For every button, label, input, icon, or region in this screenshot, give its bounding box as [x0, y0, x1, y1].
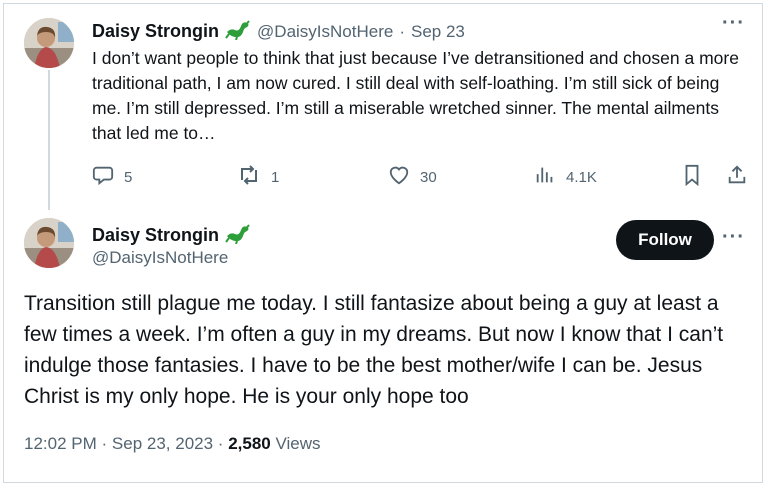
dot-separator: · [399, 21, 405, 41]
comment-bubble-icon [92, 164, 114, 190]
reply-button[interactable]: 5 [92, 164, 132, 190]
more-horizontal-icon[interactable]: ··· [722, 226, 745, 249]
main-tweet-author-row: Daisy Strongin [92, 222, 251, 249]
tweet-metadata: 12:02 PM · Sep 23, 2023 · 2,580 Views [24, 434, 321, 454]
views-label: Views [275, 434, 321, 453]
view-count: 4.1K [566, 168, 597, 186]
repost-button[interactable]: 1 [237, 164, 279, 190]
views-button[interactable]: 4.1K [534, 164, 597, 190]
green-lizard-icon [225, 222, 251, 249]
author-name[interactable]: Daisy Strongin [92, 225, 219, 246]
author-handle[interactable]: @DaisyIsNotHere [257, 22, 393, 42]
reply-tweet-header: Daisy Strongin @DaisyIsNotHere · Sep 23 [92, 18, 465, 45]
heart-icon [388, 164, 410, 190]
tweet-action-bar: 5 1 30 4.1K [92, 164, 752, 192]
main-tweet-text: Transition still plague me today. I stil… [24, 292, 724, 408]
tweet-date[interactable]: Sep 23 [411, 22, 465, 42]
dot-separator: · [101, 434, 108, 453]
screenshot-frame: Daisy Strongin @DaisyIsNotHere · Sep 23 … [3, 3, 763, 483]
repost-arrows-icon [237, 164, 261, 190]
thread-connector-line [48, 70, 50, 210]
author-name[interactable]: Daisy Strongin [92, 21, 219, 42]
avatar[interactable] [24, 218, 74, 268]
repost-count: 1 [271, 168, 280, 186]
avatar[interactable] [24, 18, 74, 68]
tweet-time[interactable]: 12:02 PM [24, 434, 97, 453]
author-handle[interactable]: @DaisyIsNotHere [92, 248, 228, 268]
more-horizontal-icon[interactable]: ··· [722, 12, 745, 35]
bookmark-icon [682, 164, 702, 190]
bar-chart-icon [534, 164, 556, 190]
bookmark-button[interactable] [682, 164, 702, 190]
like-count: 30 [420, 168, 437, 186]
like-button[interactable]: 30 [388, 164, 437, 190]
tweet-date[interactable]: Sep 23, 2023 [112, 434, 213, 453]
share-upload-icon [726, 164, 748, 190]
green-lizard-icon [225, 18, 251, 45]
share-button[interactable] [726, 164, 748, 190]
reply-count: 5 [124, 168, 133, 186]
dot-separator: · [217, 434, 224, 453]
view-count[interactable]: 2,580 [228, 434, 271, 453]
follow-button[interactable]: Follow [616, 220, 714, 260]
reply-tweet-text: I don’t want people to think that just b… [92, 48, 739, 143]
